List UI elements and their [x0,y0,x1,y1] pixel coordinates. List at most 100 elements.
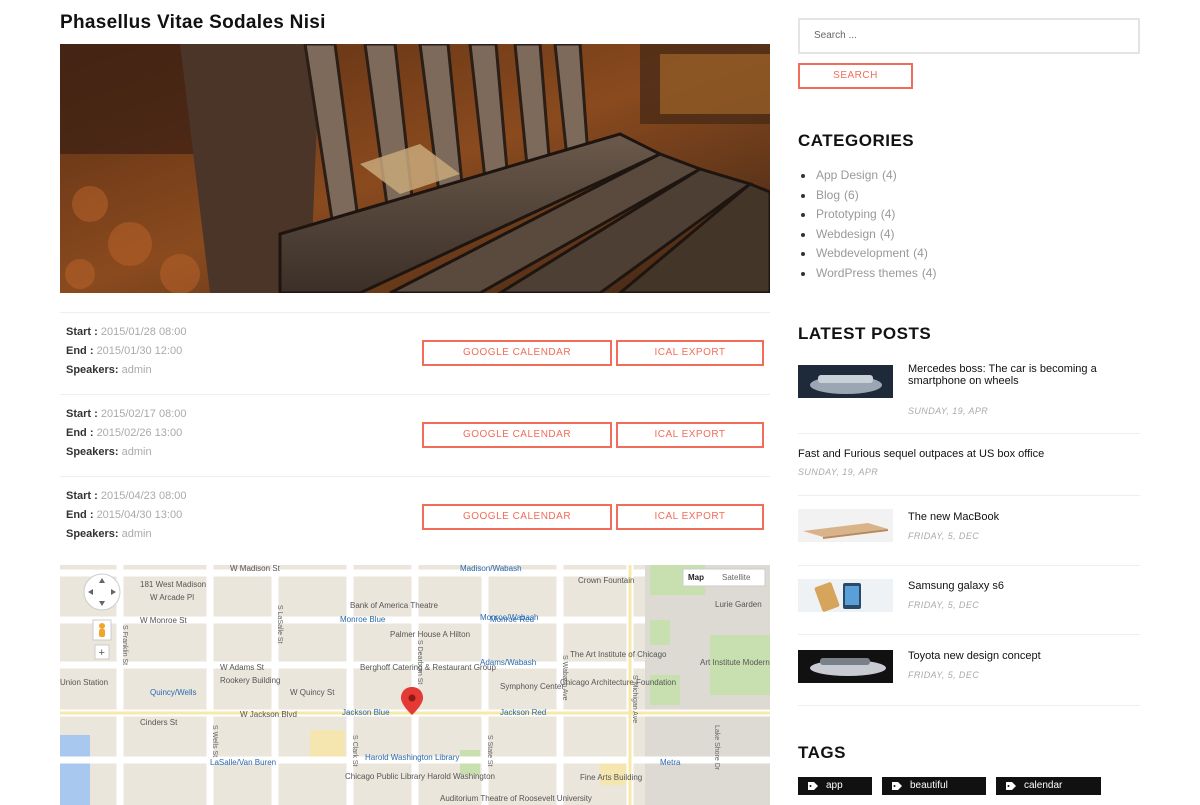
map-label: Union Station [60,678,108,687]
tag-label[interactable]: app [826,780,843,791]
map-label: S Michigan Ave [631,675,638,723]
start-value: 2015/01/28 08:00 [100,326,187,338]
post-title-link[interactable]: Toyota new design concept [908,650,1128,663]
zoom-in-button[interactable]: + [94,644,110,660]
map-label: Art Institute Modern Wing [700,658,770,667]
category-count: (4) [880,207,896,221]
category-item[interactable]: Blog (6) [798,186,936,206]
category-name[interactable]: Webdesign [816,227,876,241]
tag-icon [1006,782,1016,790]
event-list: Start : 2015/01/28 08:00 End : 2015/01/3… [60,312,770,558]
latest-post-item[interactable]: Samsung galaxy s6 FRIDAY, 5, DEC [798,566,1140,635]
speakers-label: Speakers: [66,528,119,540]
end-value: 2015/02/26 13:00 [96,427,183,439]
post-thumbnail[interactable] [798,365,893,398]
map-label: W Jackson Blvd [240,710,297,719]
tag-link[interactable]: app [798,777,872,795]
map-label: LaSalle/Van Buren [210,758,276,767]
latest-posts-list: Mercedes boss: The car is becoming a sma… [798,355,1140,706]
ical-export-button[interactable]: ICAL EXPORT [616,340,764,366]
latest-post-item[interactable]: The new MacBook FRIDAY, 5, DEC [798,496,1140,566]
tag-label[interactable]: beautiful [910,780,948,791]
post-thumbnail[interactable] [798,650,893,683]
search-button[interactable]: SEARCH [798,63,913,89]
map-label: Bank of America Theatre [350,601,438,610]
post-title-link[interactable]: Mercedes boss: The car is becoming a sma… [908,363,1108,387]
map-type-satellite[interactable]: Satellite [722,573,751,582]
map-label: Chicago Public Library Harold Washington [345,772,495,781]
map-label: Metra [660,758,681,767]
map-label: Fine Arts Building [580,773,642,782]
map-label: S Dearborn St [416,640,423,684]
speakers-value[interactable]: admin [122,446,152,458]
post-date: FRIDAY, 5, DEC [908,600,980,610]
map-label: W Adams St [220,663,265,672]
map-label: 181 West Madison [140,580,206,589]
map-label: Symphony Center [500,682,564,691]
category-name[interactable]: App Design [816,168,878,182]
category-item[interactable]: Webdevelopment (4) [798,244,936,264]
category-name[interactable]: Webdevelopment [816,246,909,260]
end-label: End : [66,427,94,439]
category-name[interactable]: WordPress themes [816,266,918,280]
latest-post-item[interactable]: Toyota new design concept FRIDAY, 5, DEC [798,635,1140,706]
map-label: Quincy/Wells [150,688,197,697]
start-label: Start : [66,408,98,420]
map-type-control[interactable]: Map Satellite [682,568,766,587]
category-name[interactable]: Blog [816,188,840,202]
latest-post-item[interactable]: Fast and Furious sequel outpaces at US b… [798,434,1140,496]
map-label: S Wells St [211,725,218,757]
map-label: Jackson Blue [342,708,390,717]
map-label: Jackson Red [500,708,546,717]
event-row: Start : 2015/02/17 08:00 End : 2015/02/2… [60,394,770,476]
map-label: S LaSalle St [276,605,283,644]
event-meta: Start : 2015/01/28 08:00 End : 2015/01/3… [66,323,186,380]
category-count: (6) [844,187,859,202]
post-title-link[interactable]: Samsung galaxy s6 [908,580,1108,593]
map-type-map[interactable]: Map [688,573,704,582]
map-label: Lurie Garden [715,600,762,609]
post-thumbnail[interactable] [798,509,893,542]
map-label: Monroe Red [490,615,534,624]
tag-label[interactable]: calendar [1024,780,1062,791]
category-count: (4) [913,246,928,260]
post-title-link[interactable]: Fast and Furious sequel outpaces at US b… [798,448,1140,461]
map-pan-control[interactable] [83,573,121,611]
category-item[interactable]: WordPress themes (4) [798,264,936,284]
event-map[interactable]: W Madison St Madison/Wabash 181 West Mad… [60,565,770,805]
category-name[interactable]: Prototyping [816,207,877,221]
google-calendar-button[interactable]: GOOGLE CALENDAR [422,422,612,448]
category-item[interactable]: Webdesign (4) [798,225,936,245]
latest-post-item[interactable]: Mercedes boss: The car is becoming a sma… [798,355,1140,434]
google-calendar-button[interactable]: GOOGLE CALENDAR [422,504,612,530]
category-item[interactable]: Prototyping (4) [798,205,936,225]
categories-list: App Design (4) Blog (6) Prototyping (4) Web… [798,166,936,283]
map-label: Rookery Building [220,676,280,685]
google-calendar-button[interactable]: GOOGLE CALENDAR [422,340,612,366]
ical-export-button[interactable]: ICAL EXPORT [616,504,764,530]
speakers-label: Speakers: [66,364,119,376]
end-label: End : [66,509,94,521]
end-value: 2015/04/30 13:00 [96,509,183,521]
tag-link[interactable]: beautiful [882,777,986,795]
tags-heading: TAGS [798,743,846,762]
tag-link[interactable]: calendar [996,777,1101,795]
map-label: W Quincy St [290,688,335,697]
map-label: Berghoff Catering & Restaurant Group [360,663,496,672]
speakers-value[interactable]: admin [122,364,152,376]
latest-posts-heading: LATEST POSTS [798,324,932,343]
street-view-icon[interactable] [92,619,112,641]
ical-export-button[interactable]: ICAL EXPORT [616,422,764,448]
post-title-link[interactable]: The new MacBook [908,511,1108,524]
categories-heading: CATEGORIES [798,131,915,150]
post-date: SUNDAY, 19, APR [908,406,989,416]
map-label: S Wabash Ave [561,655,568,701]
category-item[interactable]: App Design (4) [798,166,936,186]
map-label: Chicago Architecture Foundation [560,678,676,687]
post-thumbnail[interactable] [798,579,893,612]
speakers-value[interactable]: admin [122,528,152,540]
map-label: Cinders St [140,718,178,727]
search-input[interactable]: Search ... [798,18,1140,54]
map-label: S Clark St [351,735,358,767]
event-row: Start : 2015/04/23 08:00 End : 2015/04/3… [60,476,770,558]
